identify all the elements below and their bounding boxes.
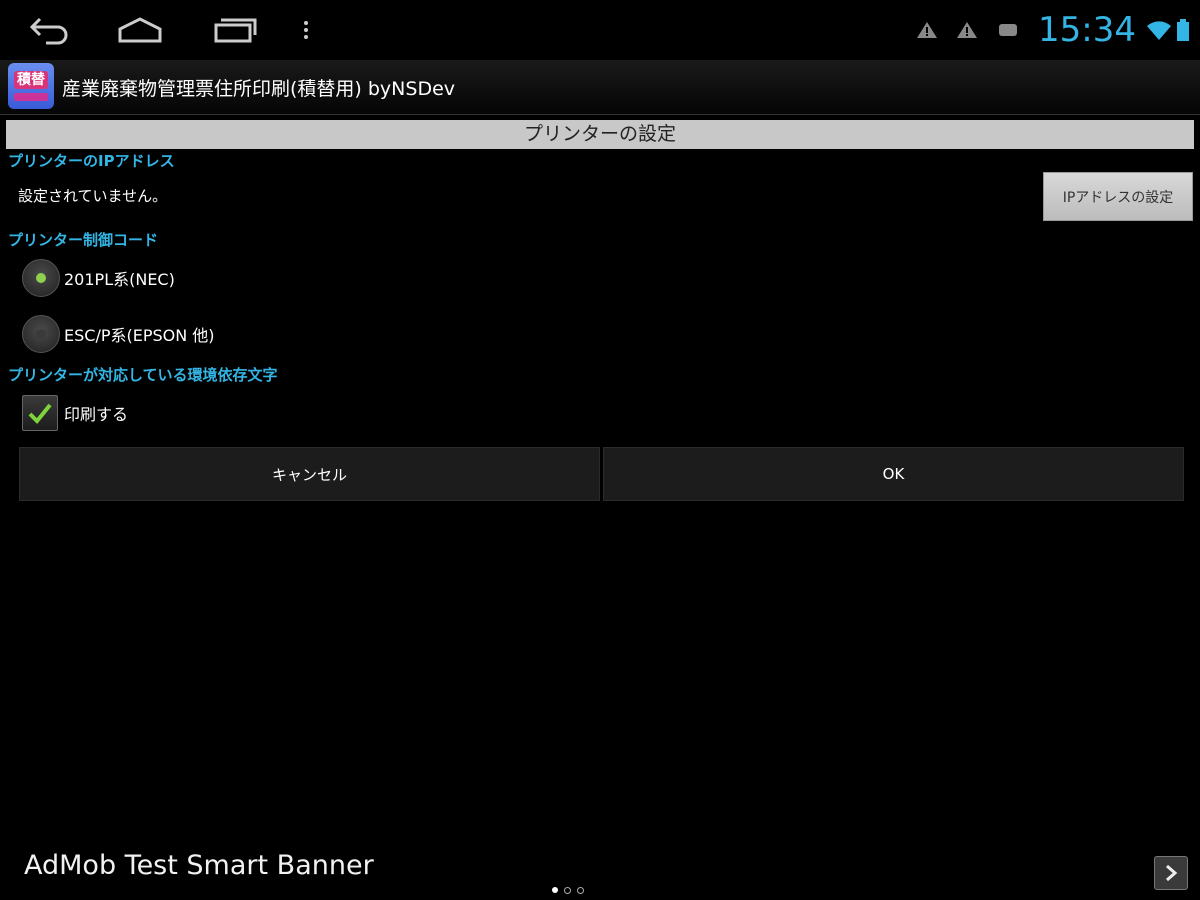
warning-icon: [957, 22, 978, 38]
checkmark-icon: [28, 403, 52, 424]
clock: 15:34: [1038, 10, 1136, 50]
home-button[interactable]: [110, 12, 170, 48]
notification-icon: [999, 24, 1018, 36]
print-env-chars-checkbox[interactable]: [22, 395, 58, 431]
overflow-menu-icon: [304, 21, 308, 39]
system-bar: 15:34: [0, 0, 1200, 60]
home-icon: [118, 17, 162, 43]
page-indicator: [552, 887, 590, 894]
radio-option-epson[interactable]: ESC/P系(EPSON 他): [22, 314, 215, 354]
ip-address-value: 設定されていません。: [18, 187, 168, 205]
cancel-button[interactable]: キャンセル: [19, 447, 600, 501]
page-dot: [577, 887, 584, 894]
app-icon[interactable]: 積替: [8, 63, 54, 109]
battery-icon: [1177, 19, 1189, 41]
warning-icon: [917, 22, 938, 38]
radio-option-nec[interactable]: 201PL系(NEC): [22, 258, 175, 298]
ad-banner[interactable]: AdMob Test Smart Banner: [0, 840, 1200, 900]
page-dot: [564, 887, 571, 894]
set-ip-address-button[interactable]: IPアドレスの設定: [1043, 172, 1193, 221]
radio-button-unselected[interactable]: [22, 315, 60, 353]
page-dot: [552, 887, 558, 893]
radio-button-selected[interactable]: [22, 259, 60, 297]
recent-apps-icon: [214, 18, 257, 43]
print-env-chars-label: 印刷する: [64, 405, 129, 424]
ip-address-section-label: プリンターのIPアドレス: [8, 152, 175, 170]
action-bar: 積替 産業廃棄物管理票住所印刷(積替用) byNSDev: [0, 60, 1200, 115]
wifi-icon: [1147, 21, 1171, 40]
back-icon: [29, 17, 68, 45]
radio-selected-dot: [36, 273, 46, 283]
ok-button[interactable]: OK: [603, 447, 1184, 501]
ad-arrow-button[interactable]: [1154, 856, 1188, 890]
control-code-section-label: プリンター制御コード: [8, 231, 159, 249]
radio-label-epson: ESC/P系(EPSON 他): [64, 326, 215, 345]
truck-icon: [14, 93, 48, 101]
status-icons: 15:34: [916, 0, 1200, 60]
radio-label-nec: 201PL系(NEC): [64, 270, 175, 289]
recent-apps-button[interactable]: [205, 12, 265, 48]
chevron-right-icon: [1166, 864, 1178, 882]
app-title: 産業廃棄物管理票住所印刷(積替用) byNSDev: [62, 78, 456, 100]
dialog-title: プリンターの設定: [6, 120, 1194, 149]
radio-unselected-dot: [36, 329, 46, 339]
back-button[interactable]: [18, 12, 78, 48]
print-env-chars-checkbox-row[interactable]: 印刷する: [22, 393, 128, 433]
env-chars-section-label: プリンターが対応している環境依存文字: [8, 366, 278, 384]
overflow-menu-button[interactable]: [276, 12, 336, 48]
app-icon-label: 積替: [14, 71, 48, 89]
dialog-button-bar: キャンセル OK: [19, 447, 1184, 501]
ad-banner-text: AdMob Test Smart Banner: [24, 850, 374, 881]
